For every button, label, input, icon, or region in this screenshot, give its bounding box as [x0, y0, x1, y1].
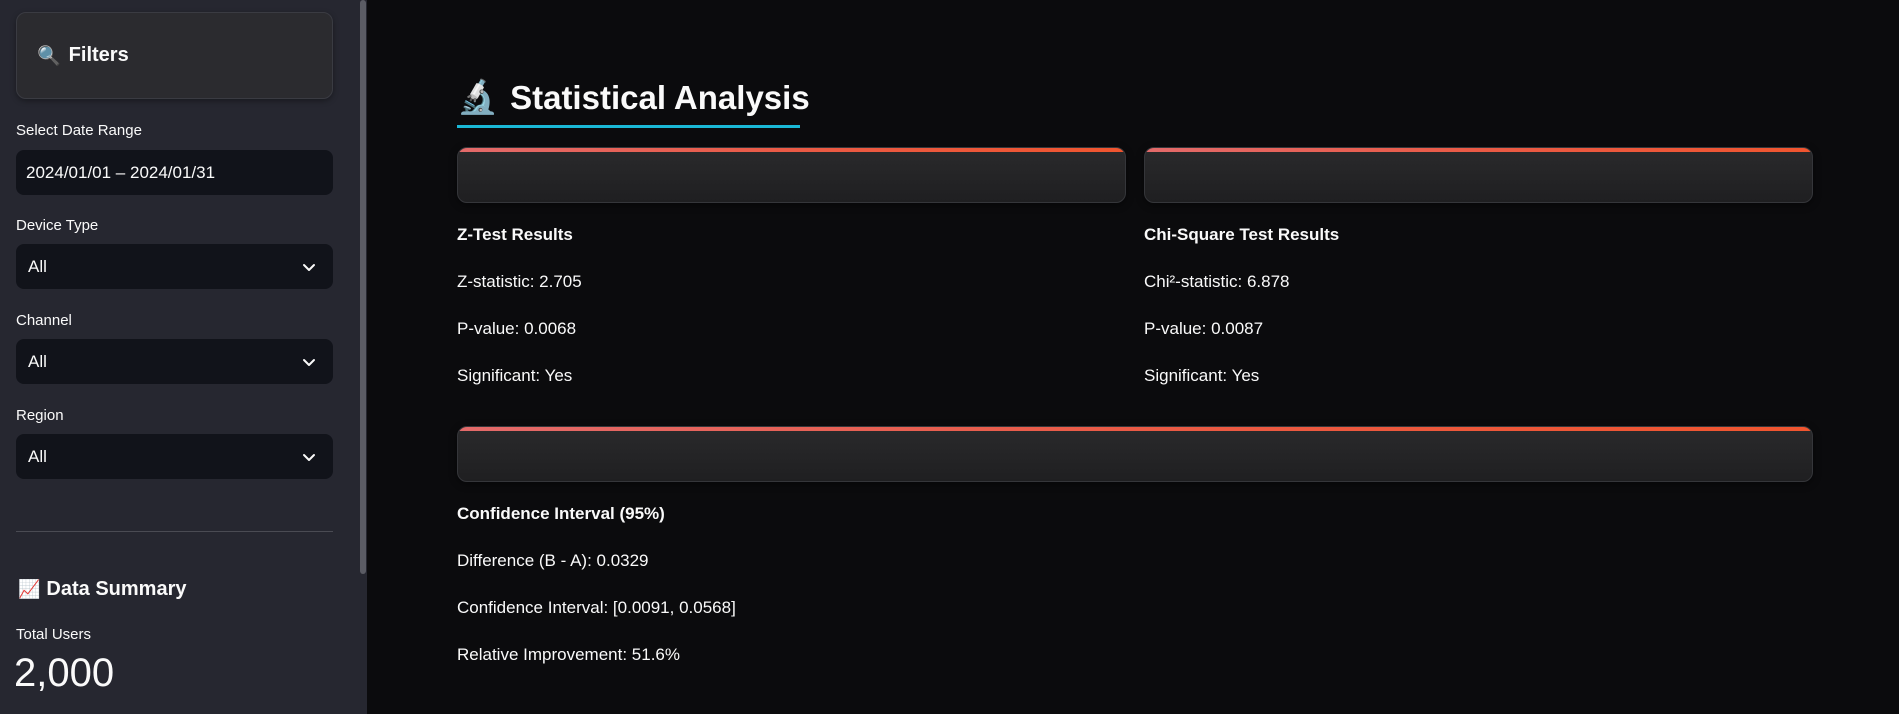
chi-square-card [1144, 147, 1813, 203]
chi-square-title: Chi-Square Test Results [1144, 225, 1340, 244]
channel-label: Channel [16, 312, 72, 329]
device-type-label: Device Type [16, 217, 99, 234]
chi-significant: Significant: Yes [1144, 366, 1260, 385]
magnifier-icon: 🔍 [37, 45, 61, 67]
data-summary-title: 📈 Data Summary [18, 578, 186, 601]
title-underline [457, 125, 800, 128]
chi-statistic: Chi²-statistic: 6.878 [1144, 272, 1290, 291]
chi-p-value: P-value: 0.0087 [1144, 319, 1264, 338]
chevron-down-icon [303, 453, 315, 461]
data-summary-label: Data Summary [46, 578, 187, 600]
date-range-value: 2024/01/01 – 2024/01/31 [26, 162, 216, 182]
region-value: All [28, 446, 47, 466]
sidebar-divider [16, 531, 333, 532]
microscope-icon: 🔬 [457, 78, 499, 115]
total-users-label: Total Users [16, 626, 92, 643]
region-label: Region [16, 407, 64, 424]
z-test-card [457, 147, 1126, 203]
channel-select[interactable]: All [16, 339, 333, 384]
chevron-down-icon [303, 358, 315, 366]
z-significant: Significant: Yes [457, 366, 573, 385]
total-users-value: 2,000 [14, 651, 115, 695]
channel-value: All [28, 351, 47, 371]
z-test-title: Z-Test Results [457, 225, 573, 244]
page-title: 🔬 Statistical Analysis [457, 78, 810, 117]
confidence-interval-card [457, 426, 1813, 482]
device-type-value: All [28, 256, 47, 276]
filters-title: Filters [68, 44, 129, 66]
z-p-value: P-value: 0.0068 [457, 319, 577, 338]
date-range-label: Select Date Range [16, 122, 142, 139]
z-statistic: Z-statistic: 2.705 [457, 272, 582, 291]
page-title-text: Statistical Analysis [510, 78, 810, 116]
relative-improvement-value: Relative Improvement: 51.6% [457, 645, 680, 664]
chevron-down-icon [303, 263, 315, 271]
filters-header-card: 🔍 Filters [16, 12, 333, 99]
date-range-input[interactable]: 2024/01/01 – 2024/01/31 [16, 150, 333, 195]
chart-increasing-icon: 📈 [18, 579, 41, 599]
confidence-title: Confidence Interval (95%) [457, 504, 665, 523]
sidebar: 🔍 Filters Select Date Range 2024/01/01 –… [0, 0, 367, 714]
confidence-interval-value: Confidence Interval: [0.0091, 0.0568] [457, 598, 736, 617]
difference-value: Difference (B - A): 0.0329 [457, 551, 649, 570]
region-select[interactable]: All [16, 434, 333, 479]
device-type-select[interactable]: All [16, 244, 333, 289]
sidebar-scrollbar[interactable] [360, 0, 366, 574]
